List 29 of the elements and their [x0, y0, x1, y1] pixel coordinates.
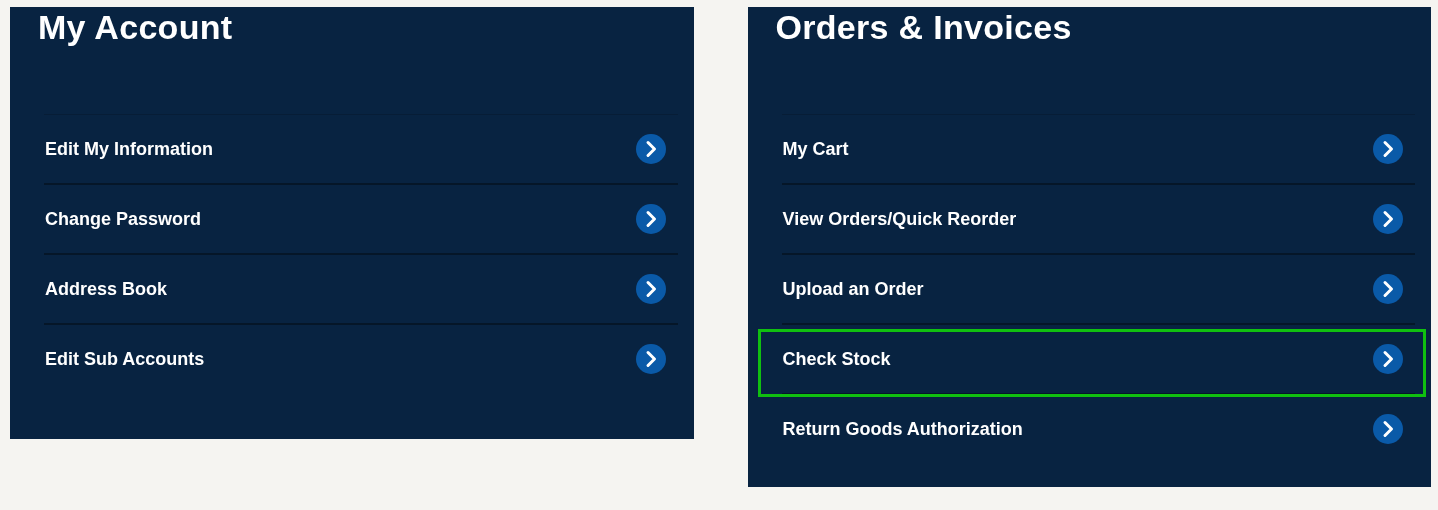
- link-label: Edit My Information: [45, 138, 213, 160]
- menu-link[interactable]: Edit My Information: [44, 115, 678, 183]
- menu-link[interactable]: Upload an Order: [781, 255, 1415, 323]
- chevron-right-icon: [1373, 134, 1403, 164]
- menu-link[interactable]: Return Goods Authorization: [781, 395, 1415, 463]
- link-label: Return Goods Authorization: [782, 418, 1023, 440]
- chevron-right-icon: [1373, 274, 1403, 304]
- chevron-right-icon: [635, 134, 666, 164]
- menu-link[interactable]: Edit Sub Accounts: [44, 325, 678, 393]
- link-label: Change Password: [45, 208, 202, 230]
- link-label: View Orders/Quick Reorder: [782, 208, 1017, 230]
- link-label: My Cart: [782, 138, 849, 160]
- link-label: Upload an Order: [782, 278, 924, 300]
- chevron-right-icon: [1373, 204, 1403, 234]
- menu-link[interactable]: Address Book: [44, 255, 678, 323]
- menu-link[interactable]: Change Password: [44, 185, 678, 253]
- panel-title: My Account: [38, 7, 234, 48]
- link-label: Check Stock: [782, 348, 891, 370]
- menu-link[interactable]: View Orders/Quick Reorder: [781, 185, 1415, 253]
- chevron-right-icon: [635, 274, 666, 304]
- chevron-right-icon: [1373, 344, 1403, 374]
- menu-link[interactable]: Check Stock: [781, 325, 1415, 393]
- chevron-right-icon: [635, 204, 666, 234]
- link-label: Edit Sub Accounts: [45, 348, 205, 370]
- panel-title: Orders & Invoices: [775, 7, 1073, 48]
- menu-link[interactable]: My Cart: [781, 115, 1415, 183]
- link-label: Address Book: [45, 278, 168, 300]
- chevron-right-icon: [1373, 414, 1403, 444]
- chevron-right-icon: [635, 344, 666, 374]
